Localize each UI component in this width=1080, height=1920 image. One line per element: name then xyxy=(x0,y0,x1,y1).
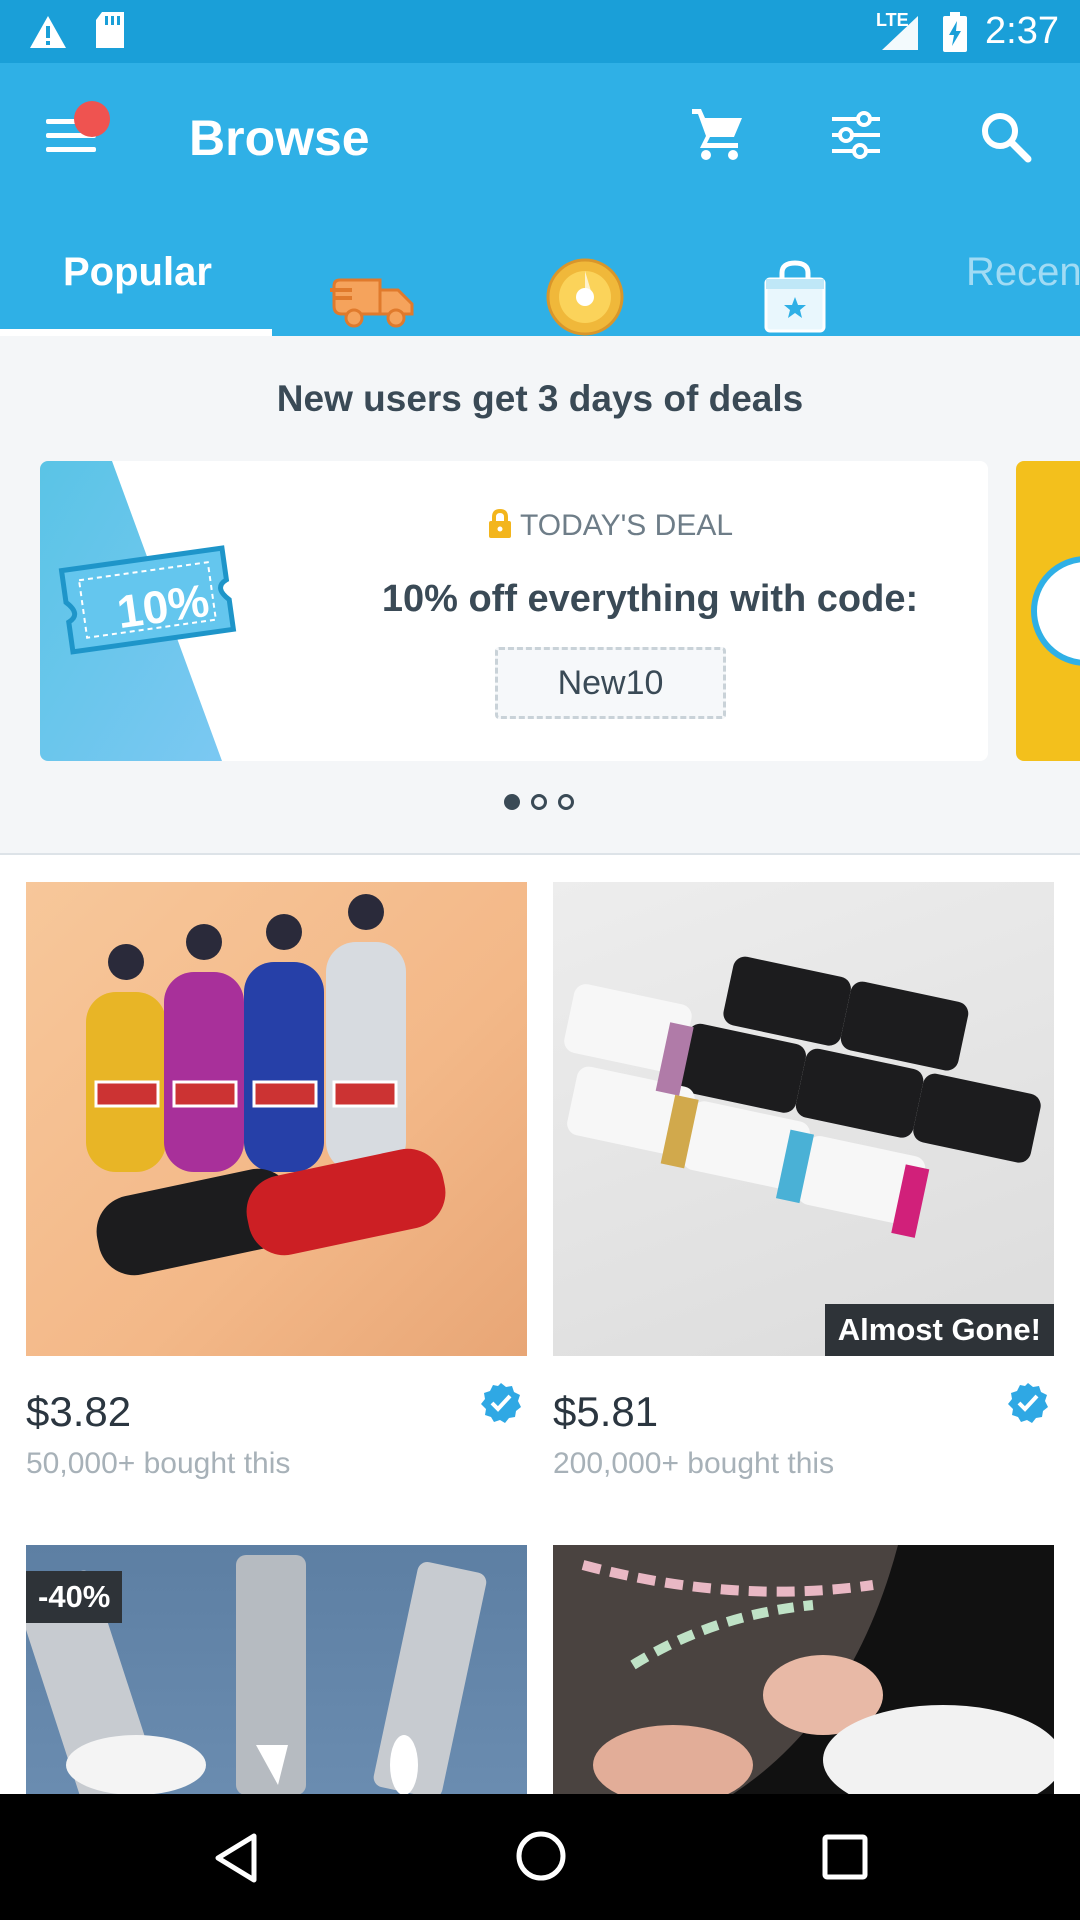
pager-dot[interactable] xyxy=(504,794,520,810)
express-shipping-icon[interactable] xyxy=(330,238,420,366)
notification-dot xyxy=(74,101,110,137)
product-price: $5.81 xyxy=(553,1388,659,1435)
product-image[interactable]: Almost Gone! xyxy=(553,882,1054,1356)
tab-label: Popular xyxy=(63,250,212,294)
page-title: Browse xyxy=(189,110,370,166)
cart-icon[interactable] xyxy=(690,105,746,161)
search-icon[interactable] xyxy=(980,111,1032,163)
home-icon[interactable] xyxy=(515,1830,567,1882)
app-root: LTE 2:37 Browse Popular Recen New users … xyxy=(0,0,1080,1920)
product-sold-count: 200,000+ bought this xyxy=(553,1447,835,1480)
back-icon[interactable] xyxy=(212,1832,260,1884)
system-nav-bar xyxy=(0,1794,1080,1920)
nos-keychain-photo xyxy=(86,894,446,1276)
filter-icon[interactable] xyxy=(830,111,882,159)
clock: 2:37 xyxy=(985,10,1059,52)
verified-check-icon xyxy=(481,1383,521,1423)
bead-string-photo xyxy=(553,1545,1054,1794)
product-image[interactable] xyxy=(553,1545,1054,1794)
promo-heading: New users get 3 days of deals xyxy=(276,378,804,419)
app-bar: Browse xyxy=(0,63,1080,208)
product-image[interactable] xyxy=(26,882,527,1356)
battery-charging-icon xyxy=(943,12,967,52)
status-bar: LTE 2:37 xyxy=(0,0,1080,63)
deal-label-text: TODAY'S DEAL xyxy=(520,509,734,542)
recents-icon[interactable] xyxy=(822,1834,868,1880)
product-sold-count: 50,000+ bought this xyxy=(26,1447,291,1480)
gift-disc-icon[interactable] xyxy=(545,233,625,361)
pager-dot[interactable] xyxy=(531,794,547,810)
tab-label: Recen xyxy=(966,250,1080,294)
product-image[interactable]: -40% xyxy=(26,1545,527,1794)
car-charger-photo xyxy=(564,956,1041,1238)
lock-icon xyxy=(489,509,511,538)
promo-code[interactable]: New10 xyxy=(495,647,726,719)
tab-recent[interactable]: Recen xyxy=(966,208,1080,336)
tab-selected-indicator xyxy=(0,329,272,336)
warning-icon xyxy=(30,16,66,48)
sd-card-icon xyxy=(96,12,124,48)
verified-check-icon xyxy=(1008,1383,1048,1423)
category-tabs: Popular Recen xyxy=(0,208,1080,336)
almost-gone-badge: Almost Gone! xyxy=(824,1304,1054,1356)
pager-dot[interactable] xyxy=(558,794,574,810)
next-deal-card-peek[interactable] xyxy=(1016,461,1080,761)
product-price: $3.82 xyxy=(26,1388,132,1435)
tab-popular[interactable]: Popular xyxy=(0,208,272,336)
signal-icon xyxy=(882,16,918,50)
discount-badge: -40% xyxy=(26,1571,123,1623)
deal-description: 10% off everything with code: xyxy=(381,578,919,620)
deal-label: TODAY'S DEAL xyxy=(488,509,733,543)
shopping-bag-star-icon[interactable] xyxy=(762,233,828,361)
deal-graphic-partial xyxy=(1031,556,1080,666)
deal-card[interactable]: 10% TODAY'S DEAL 10% off everything with… xyxy=(40,461,988,761)
